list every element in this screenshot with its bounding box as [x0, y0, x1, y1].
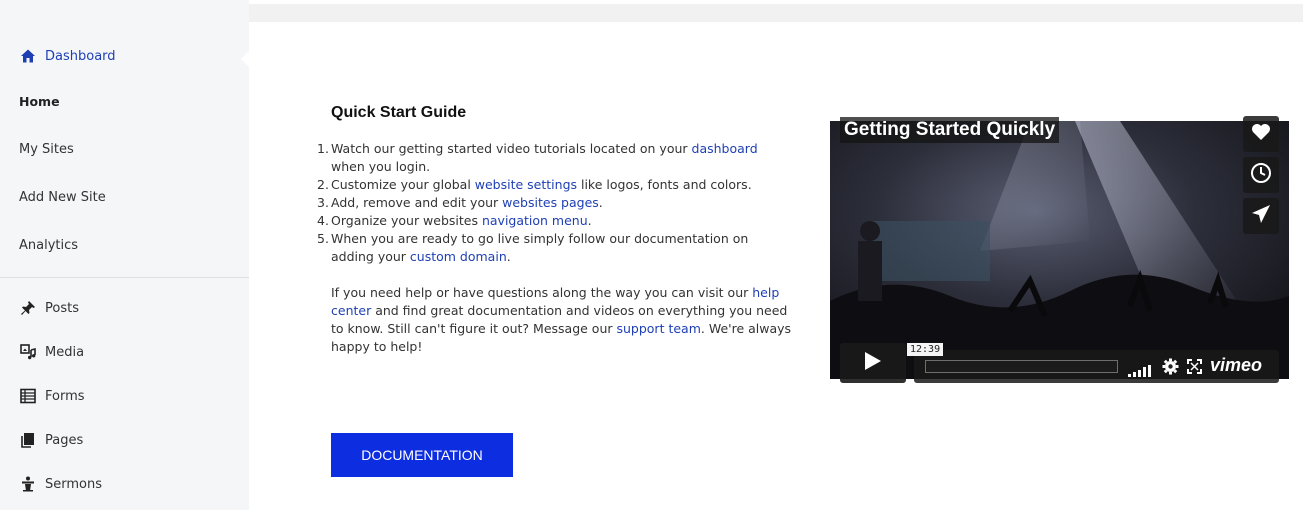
play-button[interactable] — [840, 343, 906, 383]
list-item: 4. Organize your websites navigation menu… — [317, 213, 592, 228]
sidebar-item-label: Media — [45, 344, 85, 360]
video-title[interactable]: Getting Started Quickly — [840, 117, 1060, 143]
sidebar-item-label: Add New Site — [19, 190, 106, 205]
sidebar-item-label: Sermons — [45, 476, 102, 492]
sidebar-item-home[interactable]: Home — [19, 94, 60, 109]
sidebar-item-label: My Sites — [19, 142, 74, 157]
watch-later-button[interactable] — [1243, 157, 1279, 193]
website-settings-link[interactable]: website settings — [475, 177, 577, 192]
clock-icon — [1250, 162, 1272, 188]
sidebar-item-analytics[interactable]: Analytics — [19, 238, 78, 253]
sidebar-item-label: Dashboard — [45, 48, 116, 64]
share-button[interactable] — [1243, 198, 1279, 234]
settings-icon[interactable] — [1162, 358, 1179, 379]
quick-start-title: Quick Start Guide — [331, 104, 467, 121]
dashboard-link[interactable]: dashboard — [692, 141, 758, 156]
sermons-icon — [19, 475, 37, 493]
media-icon — [19, 343, 37, 361]
play-icon — [864, 351, 882, 375]
video-player[interactable] — [830, 121, 1289, 379]
fullscreen-icon[interactable] — [1187, 359, 1202, 378]
sidebar-item-label: Pages — [45, 432, 84, 448]
navigation-menu-link[interactable]: navigation menu — [482, 213, 588, 228]
sidebar: Dashboard Home My Sites Add New Site Ana… — [0, 0, 250, 510]
heart-icon — [1251, 123, 1271, 145]
sidebar-item-dashboard[interactable]: Dashboard — [19, 47, 116, 65]
sidebar-item-media[interactable]: Media — [19, 343, 84, 361]
like-button[interactable] — [1243, 116, 1279, 152]
forms-icon — [19, 387, 37, 405]
sidebar-item-my-sites[interactable]: My Sites — [19, 142, 74, 157]
timecode: 12:39 — [907, 343, 944, 356]
volume-icon[interactable] — [1128, 362, 1152, 381]
sidebar-item-forms[interactable]: Forms — [19, 387, 85, 405]
top-bar — [249, 4, 1303, 22]
video-thumbnail — [830, 121, 1289, 379]
sidebar-divider — [0, 277, 249, 278]
sidebar-item-sermons[interactable]: Sermons — [19, 475, 102, 493]
sidebar-item-posts[interactable]: Posts — [19, 299, 79, 317]
sidebar-item-label: Analytics — [19, 238, 79, 253]
list-item: 1. Watch our getting started video tutori… — [317, 141, 758, 174]
websites-pages-link[interactable]: websites pages — [502, 195, 599, 210]
list-item: 3. Add, remove and edit your websites pag… — [317, 195, 603, 210]
documentation-button[interactable]: DOCUMENTATION — [331, 433, 513, 477]
send-icon — [1251, 204, 1271, 228]
list-item: 5. When you are ready to go live simply f… — [317, 231, 749, 264]
sidebar-item-pages[interactable]: Pages — [19, 431, 83, 449]
support-team-link[interactable]: support team — [616, 321, 700, 336]
vimeo-logo[interactable]: vimeo — [1210, 355, 1262, 376]
progress-bar[interactable] — [925, 360, 1118, 373]
sidebar-item-label: Posts — [45, 300, 79, 316]
quick-start-steps: 1. Watch our getting started video tutori… — [317, 140, 793, 266]
sidebar-item-add-new-site[interactable]: Add New Site — [19, 190, 106, 205]
sidebar-item-label: Home — [19, 94, 60, 109]
pages-icon — [19, 431, 37, 449]
help-paragraph: If you need help or have questions along… — [331, 285, 792, 354]
custom-domain-link[interactable]: custom domain — [410, 249, 507, 264]
list-item: 2. Customize your global website settings… — [317, 177, 752, 192]
home-icon — [19, 47, 37, 65]
pin-icon — [19, 299, 37, 317]
sidebar-item-label: Forms — [45, 388, 85, 404]
